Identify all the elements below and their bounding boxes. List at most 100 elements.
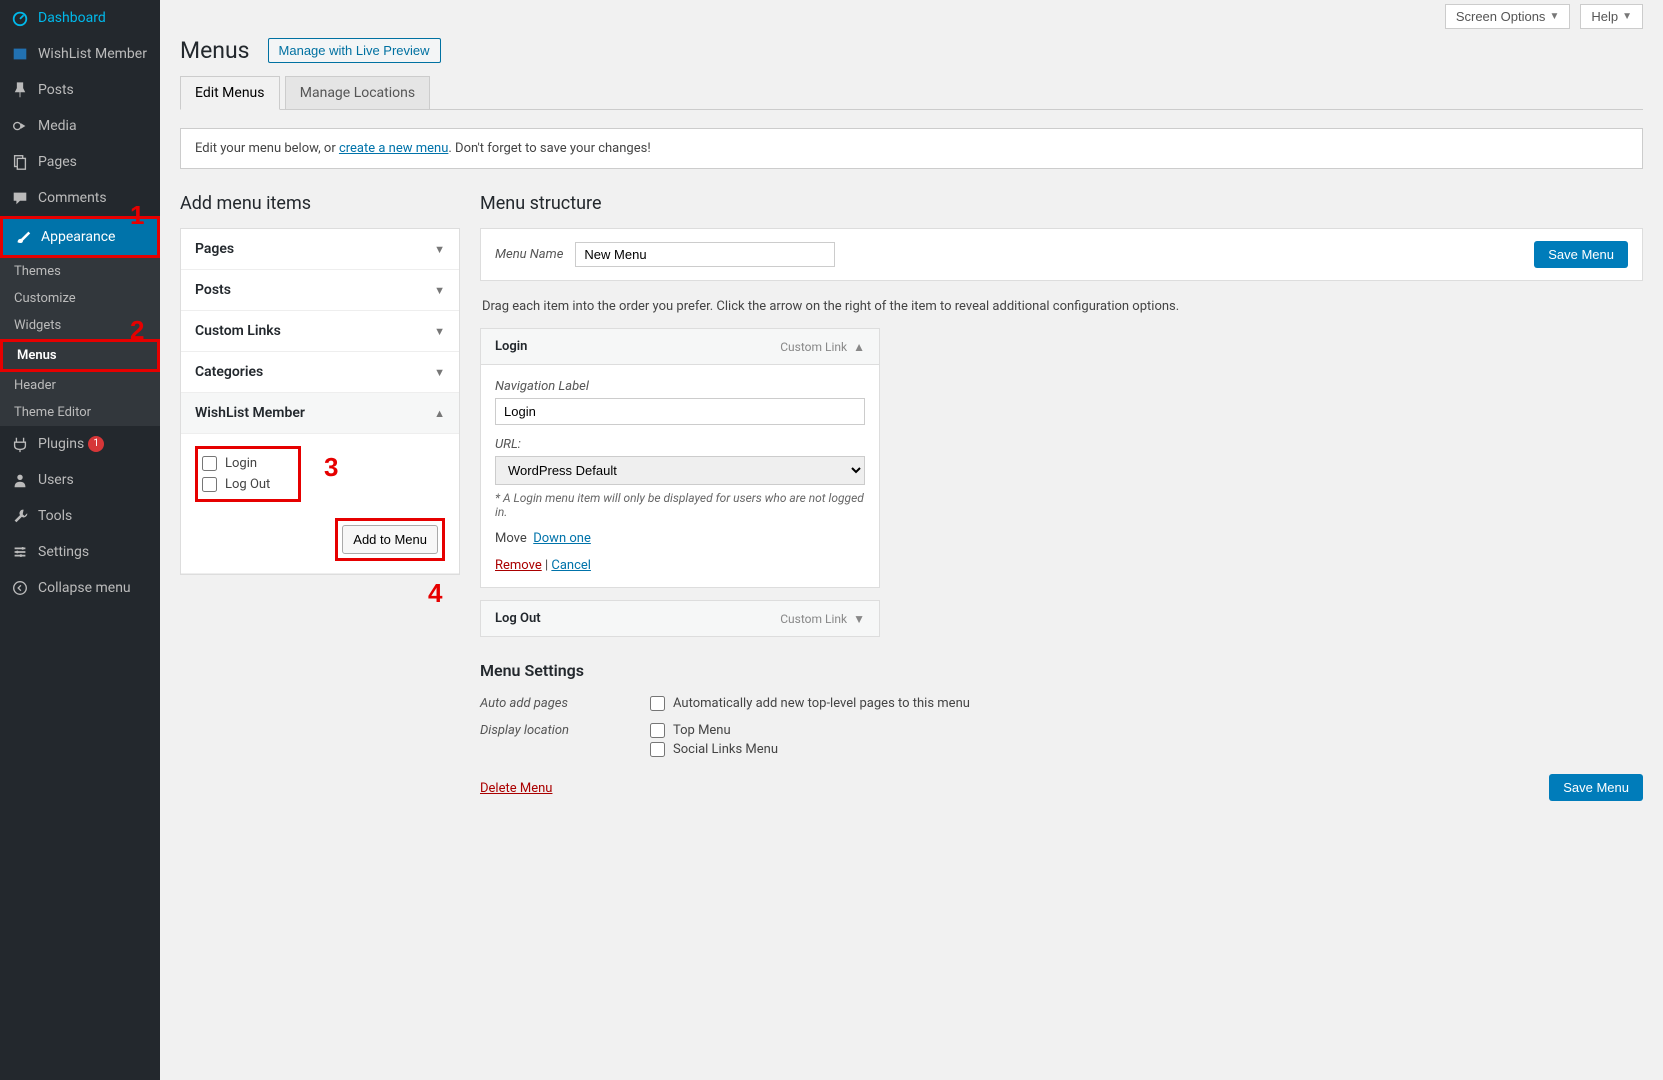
menu-settings-heading: Menu Settings: [480, 661, 1643, 680]
menu-item-login[interactable]: Login Custom Link▲ Navigation Label URL:…: [480, 328, 880, 588]
checkbox-login[interactable]: [202, 456, 217, 471]
screen-options-button[interactable]: Screen Options▼: [1445, 4, 1571, 29]
sidebar-subitem-header[interactable]: Header: [0, 372, 160, 399]
manage-live-preview-button[interactable]: Manage with Live Preview: [268, 38, 441, 63]
sidebar-item-users[interactable]: Users: [0, 462, 160, 498]
display-social-label: Social Links Menu: [673, 742, 778, 757]
panel-label: Pages: [195, 241, 234, 257]
sidebar-item-label: Tools: [38, 508, 72, 524]
sidebar-item-wishlist[interactable]: WishList Member: [0, 36, 160, 72]
create-new-menu-link[interactable]: create a new menu: [339, 141, 448, 156]
wishlist-icon: [10, 44, 30, 64]
annotation-2: 2: [130, 315, 144, 346]
chevron-up-icon: ▲: [434, 407, 445, 420]
admin-sidebar: Dashboard WishList Member Posts Media Pa…: [0, 0, 160, 1080]
help-button[interactable]: Help▼: [1580, 4, 1643, 29]
sidebar-item-settings[interactable]: Settings: [0, 534, 160, 570]
sidebar-item-pages[interactable]: Pages: [0, 144, 160, 180]
sidebar-item-dashboard[interactable]: Dashboard: [0, 0, 160, 36]
sidebar-item-label: WishList Member: [38, 46, 147, 62]
annotation-3: 3: [324, 452, 338, 483]
chevron-down-icon: ▼: [853, 612, 865, 626]
sidebar-subitem-customize[interactable]: Customize: [0, 285, 160, 312]
display-social-checkbox[interactable]: [650, 742, 665, 757]
menu-item-logout-header[interactable]: Log Out Custom Link ▼: [481, 601, 879, 636]
panel-posts[interactable]: Posts ▼: [181, 270, 459, 311]
checkbox-logout-label: Log Out: [225, 477, 270, 492]
panel-wishlist-member[interactable]: WishList Member▲: [181, 393, 459, 434]
notice-text-post: . Don't forget to save your changes!: [448, 141, 650, 156]
url-label: URL:: [495, 437, 865, 452]
sidebar-item-label: Pages: [38, 154, 77, 170]
move-label: Move: [495, 531, 527, 546]
wrench-icon: [10, 506, 30, 526]
sidebar-item-plugins[interactable]: Plugins1: [0, 426, 160, 462]
move-down-link[interactable]: Down one: [533, 531, 591, 546]
tab-edit-menus[interactable]: Edit Menus: [180, 76, 280, 110]
display-top-menu-label: Top Menu: [673, 723, 731, 738]
checkbox-login-label: Login: [225, 456, 257, 471]
help-label: Help: [1591, 9, 1618, 24]
user-icon: [10, 470, 30, 490]
pin-icon: [10, 80, 30, 100]
menu-item-login-body: Navigation Label URL: WordPress Default …: [481, 364, 879, 587]
menu-item-logout[interactable]: Log Out Custom Link ▼: [480, 600, 880, 637]
panel-label: Posts: [195, 282, 231, 298]
settings-icon: [10, 542, 30, 562]
page-icon: [10, 152, 30, 172]
menu-name-input[interactable]: [575, 242, 835, 267]
display-top-menu-checkbox[interactable]: [650, 723, 665, 738]
sidebar-subitem-themes[interactable]: Themes: [0, 258, 160, 285]
sidebar-item-label: Comments: [38, 190, 107, 206]
chevron-down-icon: ▼: [434, 284, 445, 297]
add-items-accordion: Pages▼ Posts▼ Custom Links▼ Categories▼ …: [180, 228, 460, 575]
nav-label-input[interactable]: [495, 398, 865, 425]
login-note: * A Login menu item will only be display…: [495, 491, 865, 519]
menu-item-login-header[interactable]: Login Custom Link▲: [481, 329, 879, 364]
menu-name-label: Menu Name: [495, 247, 563, 262]
checkbox-logout[interactable]: [202, 477, 217, 492]
menu-item-title: Login: [495, 339, 527, 354]
cancel-link[interactable]: Cancel: [551, 558, 591, 573]
remove-link[interactable]: Remove: [495, 558, 542, 573]
sidebar-item-collapse[interactable]: Collapse menu: [0, 570, 160, 606]
auto-add-checkbox[interactable]: [650, 696, 665, 711]
display-location-label: Display location: [480, 721, 650, 759]
sidebar-item-label: Appearance: [41, 229, 115, 245]
top-right-bar: Screen Options▼ Help▼: [180, 0, 1643, 37]
notice-text-pre: Edit your menu below, or: [195, 141, 339, 156]
add-to-menu-button[interactable]: Add to Menu: [342, 525, 438, 554]
sidebar-item-label: Users: [38, 472, 74, 488]
sidebar-item-posts[interactable]: Posts: [0, 72, 160, 108]
sidebar-subitem-theme-editor[interactable]: Theme Editor: [0, 399, 160, 426]
annotation-1: 1: [130, 200, 144, 231]
menu-item-title: Log Out: [495, 611, 541, 626]
delete-menu-link[interactable]: Delete Menu: [480, 781, 552, 796]
page-title: Menus: [180, 37, 250, 64]
sidebar-item-label: Collapse menu: [38, 580, 131, 596]
panel-label: Categories: [195, 364, 263, 380]
panel-label: Custom Links: [195, 323, 281, 339]
menu-top-bar: Menu Name Save Menu: [480, 228, 1643, 281]
comment-icon: [10, 188, 30, 208]
panel-custom-links[interactable]: Custom Links▼: [181, 311, 459, 352]
auto-add-option: Automatically add new top-level pages to…: [673, 696, 970, 711]
panel-categories[interactable]: Categories ▼: [181, 352, 459, 393]
menu-item-type: Custom Link: [780, 612, 847, 626]
menu-structure-heading: Menu structure: [480, 193, 1643, 214]
url-select[interactable]: WordPress Default: [495, 456, 865, 485]
tab-manage-locations[interactable]: Manage Locations: [285, 76, 430, 109]
sidebar-item-tools[interactable]: Tools: [0, 498, 160, 534]
sidebar-item-media[interactable]: Media: [0, 108, 160, 144]
panel-wishlist-body: Login Log Out Add to Menu: [181, 434, 459, 574]
chevron-down-icon: ▼: [434, 366, 445, 379]
chevron-up-icon: ▲: [853, 340, 865, 354]
sidebar-item-label: Dashboard: [38, 10, 106, 26]
sidebar-item-label: Posts: [38, 82, 74, 98]
save-menu-button-bottom[interactable]: Save Menu: [1549, 774, 1643, 801]
dashboard-icon: [10, 8, 30, 28]
panel-pages[interactable]: Pages▼: [181, 229, 459, 270]
add-menu-items-heading: Add menu items: [180, 193, 460, 214]
media-icon: [10, 116, 30, 136]
save-menu-button-top[interactable]: Save Menu: [1534, 241, 1628, 268]
